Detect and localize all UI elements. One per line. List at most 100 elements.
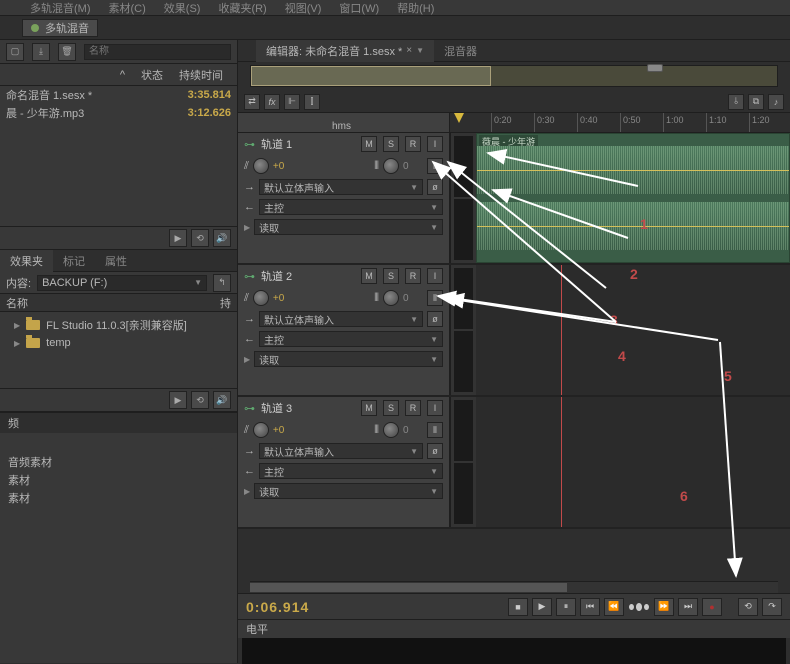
snap-icon[interactable]: ⫰ bbox=[728, 94, 744, 110]
search-input[interactable] bbox=[84, 44, 231, 60]
pan-knob[interactable] bbox=[383, 422, 399, 438]
file-icon[interactable]: ▢ bbox=[6, 43, 24, 61]
overview-viewport[interactable] bbox=[251, 66, 491, 86]
tree-row[interactable]: ▶ temp bbox=[0, 334, 237, 352]
audio-clip[interactable]: 薇晨 - 少年游 bbox=[476, 133, 790, 263]
input-select[interactable]: 默认立体声输入▼ bbox=[259, 179, 423, 195]
horizontal-scrollbar[interactable] bbox=[250, 581, 778, 593]
track-lane[interactable] bbox=[476, 265, 790, 395]
track-lane[interactable]: 薇晨 - 少年游 bbox=[476, 133, 790, 263]
toggle-icon[interactable]: ⇄ bbox=[244, 94, 260, 110]
track-name[interactable]: 轨道 1 bbox=[261, 136, 355, 152]
workspace-tab[interactable]: 多轨混音 bbox=[22, 19, 98, 37]
arm-record-button[interactable]: R bbox=[405, 400, 421, 416]
autoplay-icon[interactable]: 🔊 bbox=[213, 391, 231, 409]
record-button[interactable]: ● bbox=[702, 598, 722, 616]
expand-icon[interactable]: ▶ bbox=[244, 223, 250, 232]
tab-markers[interactable]: 标记 bbox=[53, 250, 95, 272]
menu-item[interactable]: 帮助(H) bbox=[397, 0, 434, 16]
shuttle-knob[interactable] bbox=[628, 600, 650, 614]
phase-icon[interactable]: ø bbox=[427, 311, 443, 327]
gain-knob[interactable] bbox=[253, 422, 269, 438]
bottom-tab-audio[interactable]: 频 bbox=[0, 413, 237, 433]
play-button[interactable]: ▶ bbox=[532, 598, 552, 616]
go-start-button[interactable]: ⏮ bbox=[580, 598, 600, 616]
stereo-icon[interactable]: ⦀ bbox=[427, 290, 443, 306]
tree-row[interactable]: ▶ FL Studio 11.0.3[亲测兼容版] bbox=[0, 316, 237, 334]
scrollbar-thumb[interactable] bbox=[250, 583, 567, 592]
menu-item[interactable]: 窗口(W) bbox=[339, 0, 379, 16]
tree-col-hold[interactable]: 持 bbox=[205, 295, 231, 311]
monitor-input-button[interactable]: I bbox=[427, 268, 443, 284]
automation-select[interactable]: 读取▼ bbox=[254, 219, 443, 235]
automation-select[interactable]: 读取▼ bbox=[254, 483, 443, 499]
timecode[interactable]: 0:06.914 bbox=[246, 599, 309, 615]
up-folder-icon[interactable]: ↰ bbox=[213, 274, 231, 292]
eq-icon[interactable]: ⫿ bbox=[304, 94, 320, 110]
tab-properties[interactable]: 属性 bbox=[95, 250, 137, 272]
fast-forward-button[interactable]: ⏩ bbox=[654, 598, 674, 616]
play-icon[interactable]: ▶ bbox=[169, 229, 187, 247]
output-select[interactable]: 主控▼ bbox=[259, 199, 443, 215]
menu-item[interactable]: 效果(S) bbox=[164, 0, 201, 16]
track-name[interactable]: 轨道 3 bbox=[261, 400, 355, 416]
stereo-icon[interactable]: ⦀ bbox=[427, 158, 443, 174]
menu-item[interactable]: 视图(V) bbox=[285, 0, 322, 16]
file-row[interactable]: 晨 - 少年游.mp3 3:12.626 bbox=[0, 104, 237, 122]
arm-record-button[interactable]: R bbox=[405, 268, 421, 284]
monitor-input-button[interactable]: I bbox=[427, 400, 443, 416]
menu-item[interactable]: 收藏夹(R) bbox=[218, 0, 266, 16]
tab-editor[interactable]: 编辑器: 未命名混音 1.sesx * × ▼ bbox=[256, 40, 434, 62]
menu-item[interactable]: 素材(C) bbox=[109, 0, 146, 16]
mute-button[interactable]: M bbox=[361, 136, 377, 152]
tab-effects[interactable]: 效果夹 bbox=[0, 250, 53, 272]
rewind-button[interactable]: ⏪ bbox=[604, 598, 624, 616]
asset-row[interactable]: 素材 bbox=[0, 489, 237, 507]
send-icon[interactable]: ⊩ bbox=[284, 94, 300, 110]
ruler-unit[interactable]: hms bbox=[238, 113, 450, 132]
solo-button[interactable]: S bbox=[383, 268, 399, 284]
loop-icon[interactable]: ⟲ bbox=[191, 391, 209, 409]
gain-knob[interactable] bbox=[253, 158, 269, 174]
tab-mixer[interactable]: 混音器 bbox=[434, 40, 487, 62]
fx-icon[interactable]: fx bbox=[264, 94, 280, 110]
skip-button[interactable]: ↷ bbox=[762, 598, 782, 616]
metronome-icon[interactable]: ♪ bbox=[768, 94, 784, 110]
phase-icon[interactable]: ø bbox=[427, 179, 443, 195]
envelope-line[interactable] bbox=[477, 226, 789, 227]
pan-knob[interactable] bbox=[383, 158, 399, 174]
expand-icon[interactable]: ▶ bbox=[14, 339, 20, 348]
loop-button[interactable]: ⟲ bbox=[738, 598, 758, 616]
play-icon[interactable]: ▶ bbox=[169, 391, 187, 409]
close-icon[interactable]: × bbox=[406, 45, 412, 56]
asset-row[interactable]: 音频素材 bbox=[0, 453, 237, 471]
file-row[interactable]: 命名混音 1.sesx * 3:35.814 bbox=[0, 86, 237, 104]
stop-button[interactable]: ■ bbox=[508, 598, 528, 616]
automation-select[interactable]: 读取▼ bbox=[254, 351, 443, 367]
col-status[interactable]: 状态 bbox=[133, 67, 171, 83]
solo-button[interactable]: S bbox=[383, 136, 399, 152]
ruler-ticks[interactable]: 0:20 0:30 0:40 0:50 1:00 1:10 1:20 bbox=[450, 113, 790, 132]
overview-strip[interactable] bbox=[250, 65, 778, 87]
track-name[interactable]: 轨道 2 bbox=[261, 268, 355, 284]
time-ruler[interactable]: hms 0:20 0:30 0:40 0:50 1:00 1:10 1:20 bbox=[238, 113, 790, 133]
expand-icon[interactable]: ▶ bbox=[14, 321, 20, 330]
expand-icon[interactable]: ▶ bbox=[244, 355, 250, 364]
import-icon[interactable]: ⤓ bbox=[32, 43, 50, 61]
output-select[interactable]: 主控▼ bbox=[259, 331, 443, 347]
stereo-icon[interactable]: ⦀ bbox=[427, 422, 443, 438]
output-select[interactable]: 主控▼ bbox=[259, 463, 443, 479]
asset-row[interactable]: 素材 bbox=[0, 471, 237, 489]
input-select[interactable]: 默认立体声输入▼ bbox=[259, 443, 423, 459]
playhead-icon[interactable] bbox=[454, 113, 464, 123]
pan-knob[interactable] bbox=[383, 290, 399, 306]
phase-icon[interactable]: ø bbox=[427, 443, 443, 459]
level-tab[interactable]: 电平 bbox=[238, 620, 790, 638]
overview-scrubber[interactable] bbox=[647, 64, 663, 72]
arm-record-button[interactable]: R bbox=[405, 136, 421, 152]
input-select[interactable]: 默认立体声输入▼ bbox=[259, 311, 423, 327]
monitor-input-button[interactable]: I bbox=[427, 136, 443, 152]
solo-button[interactable]: S bbox=[383, 400, 399, 416]
pause-button[interactable]: ⏸ bbox=[556, 598, 576, 616]
go-end-button[interactable]: ⏭ bbox=[678, 598, 698, 616]
